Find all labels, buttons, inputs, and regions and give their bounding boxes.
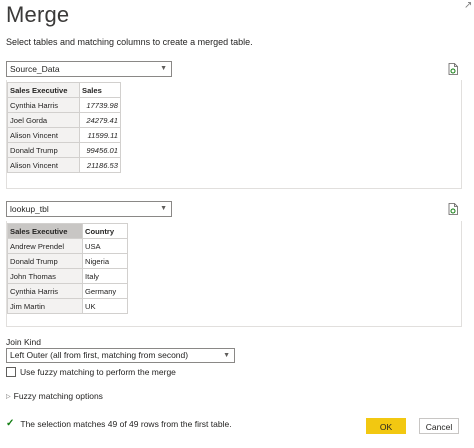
fuzzy-matching-toggle[interactable]: Use fuzzy matching to perform the merge: [6, 367, 176, 377]
first-table-select[interactable]: Source_Data ▼: [6, 61, 172, 77]
table-row: John Thomas Italy: [7, 268, 128, 284]
chevron-down-icon: ▼: [223, 352, 230, 359]
match-status-text: The selection matches 49 of 49 rows from…: [20, 418, 232, 429]
table-cell: Alison Vincent: [7, 127, 80, 143]
table-cell: Germany: [82, 283, 128, 299]
table-cell: Donald Trump: [7, 142, 80, 158]
fuzzy-matching-checkbox[interactable]: [6, 367, 16, 377]
cancel-button[interactable]: Cancel: [419, 418, 459, 434]
second-table: Sales Executive Country Andrew Prendel U…: [7, 223, 128, 314]
table-cell: Joel Gorda: [7, 112, 80, 128]
match-status: ✓ The selection matches 49 of 49 rows fr…: [6, 418, 232, 429]
second-table-preview: Sales Executive Country Andrew Prendel U…: [6, 221, 462, 327]
join-kind-value: Left Outer (all from first, matching fro…: [10, 350, 189, 360]
fuzzy-matching-label: Use fuzzy matching to perform the merge: [20, 367, 176, 377]
table-cell: 24279.41: [79, 112, 121, 128]
join-kind-label: Join Kind: [6, 337, 41, 347]
second-table-select-value: lookup_tbl: [10, 204, 49, 214]
table-header-row: Sales Executive Country: [7, 223, 128, 239]
table-cell: 21186.53: [79, 157, 121, 173]
table-row: Donald Trump Nigeria: [7, 253, 128, 269]
table-cell: Italy: [82, 268, 128, 284]
first-table: Sales Executive Sales Cynthia Harris 177…: [7, 82, 121, 173]
ok-button[interactable]: OK: [366, 418, 406, 434]
table-row: Donald Trump 99456.01: [7, 142, 121, 158]
table-cell: 17739.98: [79, 97, 121, 113]
dialog-title: Merge: [6, 2, 70, 27]
first-table-select-value: Source_Data: [10, 64, 60, 74]
join-kind-select[interactable]: Left Outer (all from first, matching fro…: [6, 348, 235, 363]
column-header-sales[interactable]: Sales: [79, 82, 121, 98]
table-row: Alison Vincent 21186.53: [7, 157, 121, 173]
chevron-down-icon: ▼: [160, 65, 167, 72]
fuzzy-options-expander[interactable]: ▷ Fuzzy matching options: [6, 391, 103, 401]
table-cell: Donald Trump: [7, 253, 83, 269]
first-table-preview: Sales Executive Sales Cynthia Harris 177…: [6, 80, 462, 189]
chevron-down-icon: ▼: [160, 205, 167, 212]
checkmark-icon: ✓: [6, 418, 15, 429]
resize-corner-icon: ↗: [464, 0, 473, 11]
table-row: Cynthia Harris Germany: [7, 283, 128, 299]
table-row: Joel Gorda 24279.41: [7, 112, 121, 128]
file-refresh-icon[interactable]: [448, 203, 458, 215]
table-cell: Nigeria: [82, 253, 128, 269]
table-cell: John Thomas: [7, 268, 83, 284]
table-cell: 99456.01: [79, 142, 121, 158]
table-cell: Cynthia Harris: [7, 283, 83, 299]
table-row: Alison Vincent 11599.11: [7, 127, 121, 143]
column-header-sales-executive[interactable]: Sales Executive: [7, 223, 83, 239]
column-header-country[interactable]: Country: [82, 223, 128, 239]
table-cell: 11599.11: [79, 127, 121, 143]
table-row: Andrew Prendel USA: [7, 238, 128, 254]
triangle-right-icon: ▷: [6, 393, 11, 400]
table-cell: Cynthia Harris: [7, 97, 80, 113]
table-row: Jim Martin UK: [7, 298, 128, 314]
table-cell: Andrew Prendel: [7, 238, 83, 254]
file-refresh-icon[interactable]: [448, 63, 458, 75]
column-header-sales-executive[interactable]: Sales Executive: [7, 82, 80, 98]
table-cell: Alison Vincent: [7, 157, 80, 173]
fuzzy-options-label: Fuzzy matching options: [13, 391, 103, 401]
dialog-subtitle: Select tables and matching columns to cr…: [6, 37, 253, 47]
table-cell: Jim Martin: [7, 298, 83, 314]
table-row: Cynthia Harris 17739.98: [7, 97, 121, 113]
table-header-row: Sales Executive Sales: [7, 82, 121, 98]
table-cell: USA: [82, 238, 128, 254]
second-table-select[interactable]: lookup_tbl ▼: [6, 201, 172, 217]
table-cell: UK: [82, 298, 128, 314]
